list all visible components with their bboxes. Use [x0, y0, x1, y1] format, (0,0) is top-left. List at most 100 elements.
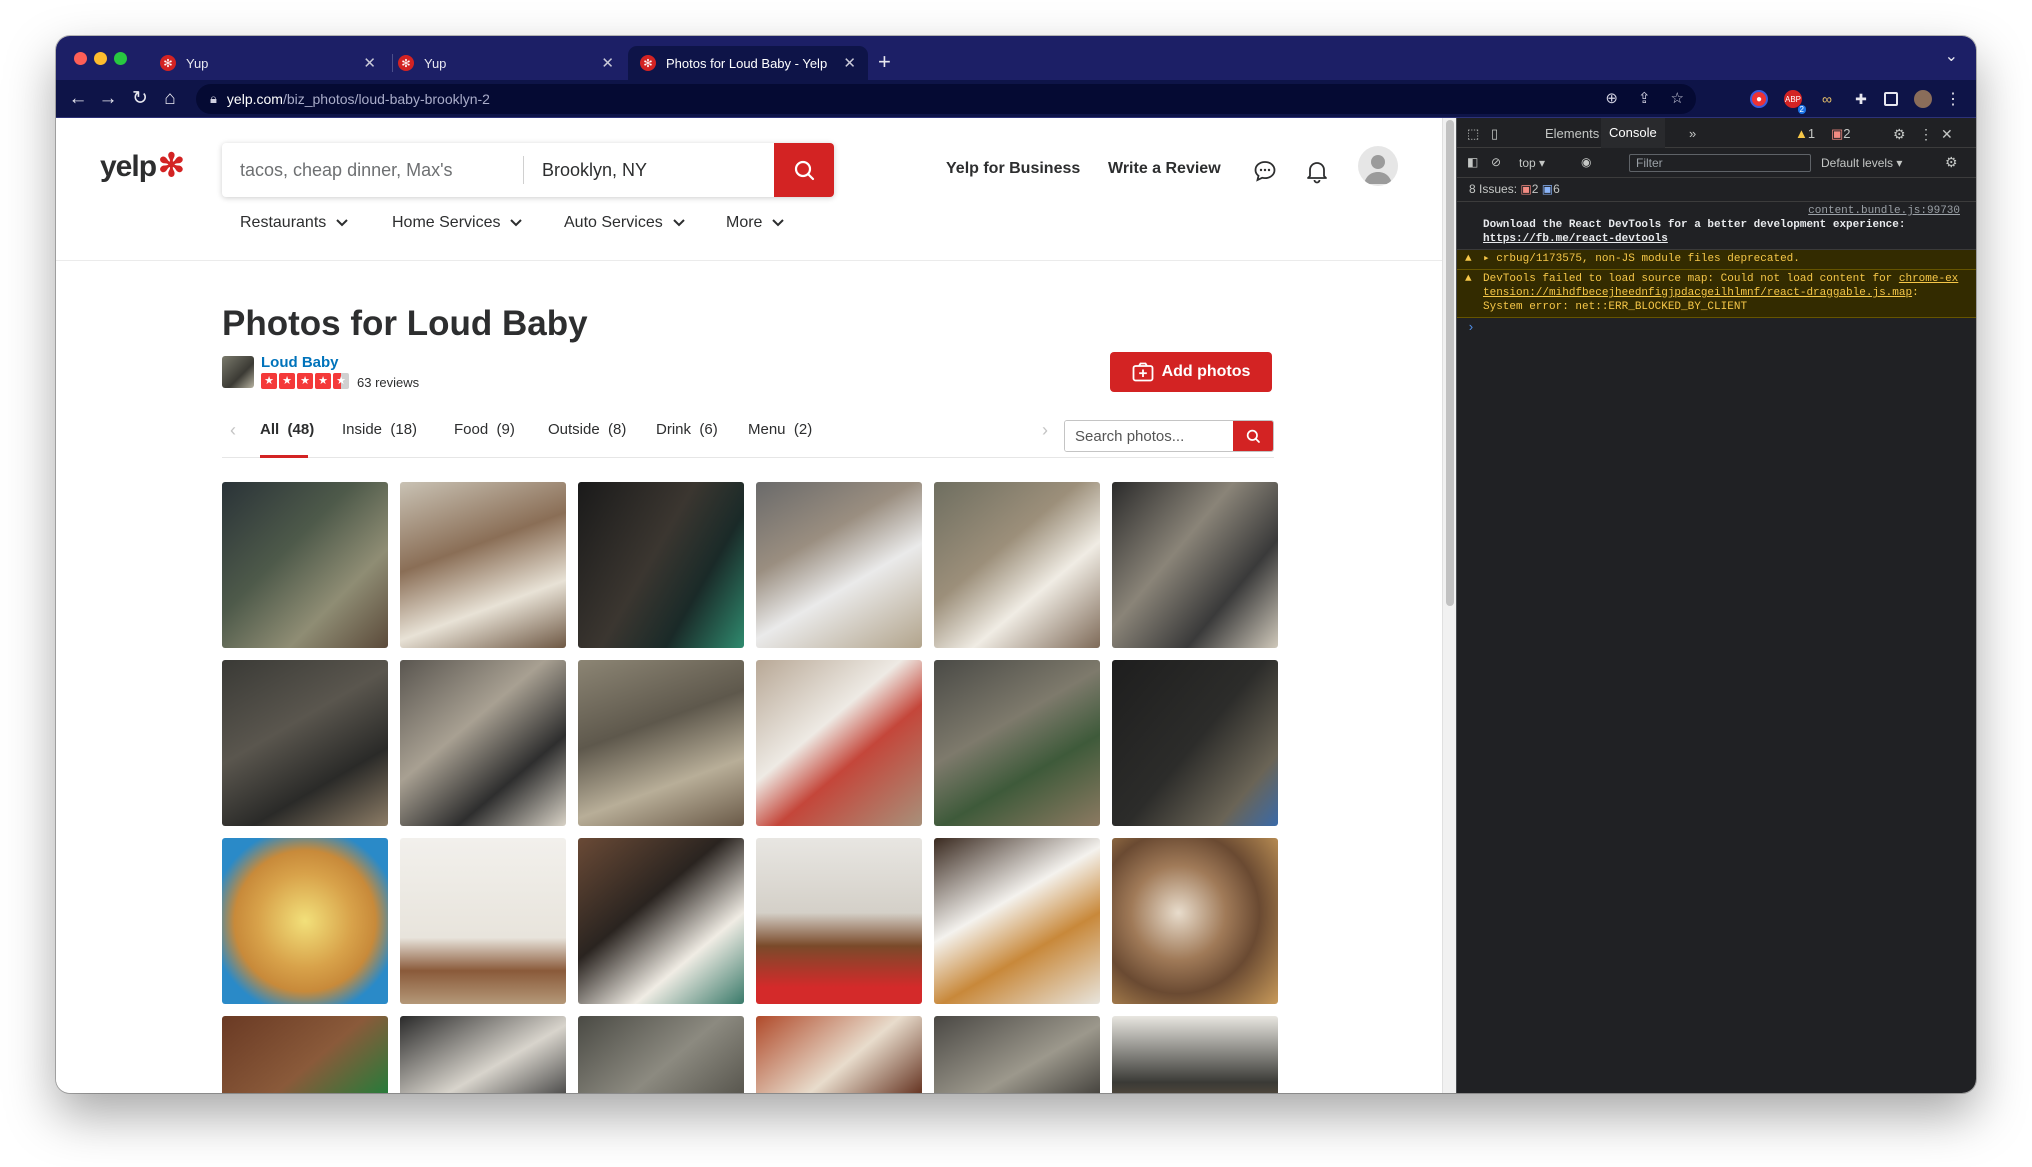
- glasses-extension-icon[interactable]: ∞: [1818, 90, 1836, 108]
- new-tab-button[interactable]: +: [878, 48, 891, 76]
- messages-icon[interactable]: [1252, 158, 1278, 184]
- photo-tile[interactable]: [756, 1016, 922, 1093]
- issues-bar[interactable]: 8 Issues: ▣2 ▣6: [1457, 178, 1976, 202]
- close-devtools-icon[interactable]: ✕: [1941, 126, 1953, 143]
- back-arrow-icon[interactable]: ←: [66, 87, 90, 111]
- photo-tile[interactable]: [222, 1016, 388, 1093]
- add-photos-button[interactable]: Add photos: [1110, 352, 1272, 392]
- forward-arrow-icon[interactable]: →: [96, 87, 120, 111]
- settings-gear-icon[interactable]: ⚙: [1893, 126, 1906, 143]
- inspect-element-icon[interactable]: ⬚: [1467, 126, 1479, 142]
- device-toolbar-icon[interactable]: ▯: [1491, 126, 1498, 142]
- search-find-input[interactable]: tacos, cheap dinner, Max's: [222, 156, 524, 184]
- tab-all[interactable]: All (48): [260, 402, 314, 458]
- devtools-panel: ⬚ ▯ Elements Console » ▲1 ▣2 ⚙ ⋮ ✕ ◧ ⊘ t…: [1456, 118, 1976, 1093]
- category-home-services[interactable]: Home Services: [392, 214, 523, 232]
- business-name-link[interactable]: Loud Baby: [261, 354, 339, 371]
- zoom-icon[interactable]: ⊕: [1605, 89, 1618, 107]
- photo-tile[interactable]: [222, 838, 388, 1004]
- category-restaurants[interactable]: Restaurants: [240, 214, 348, 232]
- browser-menu-icon[interactable]: ⋮: [1944, 90, 1962, 108]
- photo-tile[interactable]: [578, 1016, 744, 1093]
- notifications-bell-icon[interactable]: [1304, 158, 1330, 184]
- extensions-puzzle-icon[interactable]: ✚: [1852, 90, 1870, 108]
- console-toolbar: ◧ ⊘ top ▾ ◉ Filter Default levels ▾ ⚙: [1457, 148, 1976, 178]
- tab-drink[interactable]: Drink (6): [656, 402, 718, 458]
- photo-tile[interactable]: [934, 660, 1100, 826]
- browser-tab-2[interactable]: ✻ Yup ✕: [386, 46, 626, 80]
- reload-icon[interactable]: ↻: [128, 87, 152, 111]
- photo-tile[interactable]: [934, 1016, 1100, 1093]
- photo-tile[interactable]: [222, 660, 388, 826]
- tab-menu[interactable]: Menu (2): [748, 402, 812, 458]
- photo-tile[interactable]: [756, 482, 922, 648]
- close-window-button[interactable]: [74, 52, 87, 65]
- photo-tile[interactable]: [934, 482, 1100, 648]
- log-levels-dropdown[interactable]: Default levels ▾: [1821, 156, 1902, 170]
- search-button[interactable]: [774, 143, 834, 197]
- business-thumbnail[interactable]: [222, 356, 254, 388]
- category-auto-services[interactable]: Auto Services: [564, 214, 685, 232]
- share-icon[interactable]: ⇪: [1638, 89, 1651, 107]
- photo-tile[interactable]: [934, 838, 1100, 1004]
- search-photos-input[interactable]: [1065, 421, 1233, 451]
- extension-icon[interactable]: ●: [1750, 90, 1768, 108]
- search-near-input[interactable]: Brooklyn, NY: [524, 160, 774, 181]
- photo-tile[interactable]: [400, 660, 566, 826]
- photo-tile[interactable]: [578, 838, 744, 1004]
- tab-inside[interactable]: Inside (18): [342, 402, 417, 458]
- console-filter-input[interactable]: Filter: [1629, 154, 1811, 172]
- tab-elements[interactable]: Elements: [1545, 126, 1599, 141]
- console-settings-gear-icon[interactable]: ⚙: [1945, 154, 1958, 171]
- close-tab-icon[interactable]: ✕: [601, 54, 614, 72]
- page-scrollbar[interactable]: [1442, 118, 1456, 1093]
- react-devtools-link[interactable]: https://fb.me/react-devtools: [1483, 233, 1668, 245]
- photo-tile[interactable]: [1112, 660, 1278, 826]
- yelp-for-business-link[interactable]: Yelp for Business: [946, 160, 1080, 178]
- photo-tile[interactable]: [222, 482, 388, 648]
- browser-tab-3[interactable]: ✻ Photos for Loud Baby - Yelp ✕: [628, 46, 868, 80]
- side-panel-icon[interactable]: [1884, 92, 1898, 106]
- tab-search-chevron-icon[interactable]: ⌄: [1945, 46, 1958, 66]
- bookmark-star-icon[interactable]: ☆: [1671, 89, 1684, 107]
- tab-food[interactable]: Food (9): [454, 402, 515, 458]
- zoom-window-button[interactable]: [114, 52, 127, 65]
- user-avatar[interactable]: [1358, 146, 1398, 186]
- more-tabs-chevron-icon[interactable]: »: [1689, 126, 1696, 141]
- photo-tile[interactable]: [756, 838, 922, 1004]
- photo-tile[interactable]: [578, 660, 744, 826]
- tab-console[interactable]: Console: [1601, 118, 1665, 148]
- message-source-link[interactable]: content.bundle.js:99730: [1483, 204, 1960, 218]
- address-bar[interactable]: 🔒︎ yelp.com/biz_photos/loud-baby-brookly…: [196, 84, 1696, 114]
- scroll-left-chevron-icon[interactable]: ‹: [230, 420, 236, 441]
- context-selector[interactable]: top ▾: [1519, 156, 1545, 170]
- photo-tile[interactable]: [578, 482, 744, 648]
- live-expression-eye-icon[interactable]: ◉: [1581, 155, 1591, 169]
- category-more[interactable]: More: [726, 214, 785, 232]
- close-tab-icon[interactable]: ✕: [843, 54, 856, 72]
- console-prompt[interactable]: ›: [1457, 318, 1976, 335]
- tab-outside[interactable]: Outside (8): [548, 402, 626, 458]
- search-photos-button[interactable]: [1233, 421, 1273, 451]
- photo-tile[interactable]: [1112, 838, 1278, 1004]
- close-tab-icon[interactable]: ✕: [363, 54, 376, 72]
- console-warning[interactable]: ▲ ▸ crbug/1173575, non-JS module files d…: [1457, 250, 1976, 270]
- photo-tile[interactable]: [1112, 1016, 1278, 1093]
- photo-tile[interactable]: [400, 1016, 566, 1093]
- photo-tile[interactable]: [400, 482, 566, 648]
- yelp-logo[interactable]: yelp✻: [100, 146, 185, 184]
- minimize-window-button[interactable]: [94, 52, 107, 65]
- sidebar-toggle-icon[interactable]: ◧: [1467, 155, 1478, 169]
- write-review-link[interactable]: Write a Review: [1108, 160, 1221, 178]
- photo-tile[interactable]: [400, 838, 566, 1004]
- scroll-right-chevron-icon[interactable]: ›: [1042, 420, 1048, 441]
- profile-avatar[interactable]: [1914, 90, 1932, 108]
- photo-tile[interactable]: [756, 660, 922, 826]
- clear-console-icon[interactable]: ⊘: [1491, 155, 1501, 169]
- photo-tile[interactable]: [1112, 482, 1278, 648]
- devtools-menu-icon[interactable]: ⋮: [1919, 126, 1933, 143]
- adblock-extension-icon[interactable]: ABP 2: [1784, 90, 1806, 114]
- browser-tab-1[interactable]: ✻ Yup ✕: [148, 46, 388, 80]
- home-icon[interactable]: ⌂: [158, 87, 182, 111]
- scrollbar-thumb[interactable]: [1446, 120, 1454, 606]
